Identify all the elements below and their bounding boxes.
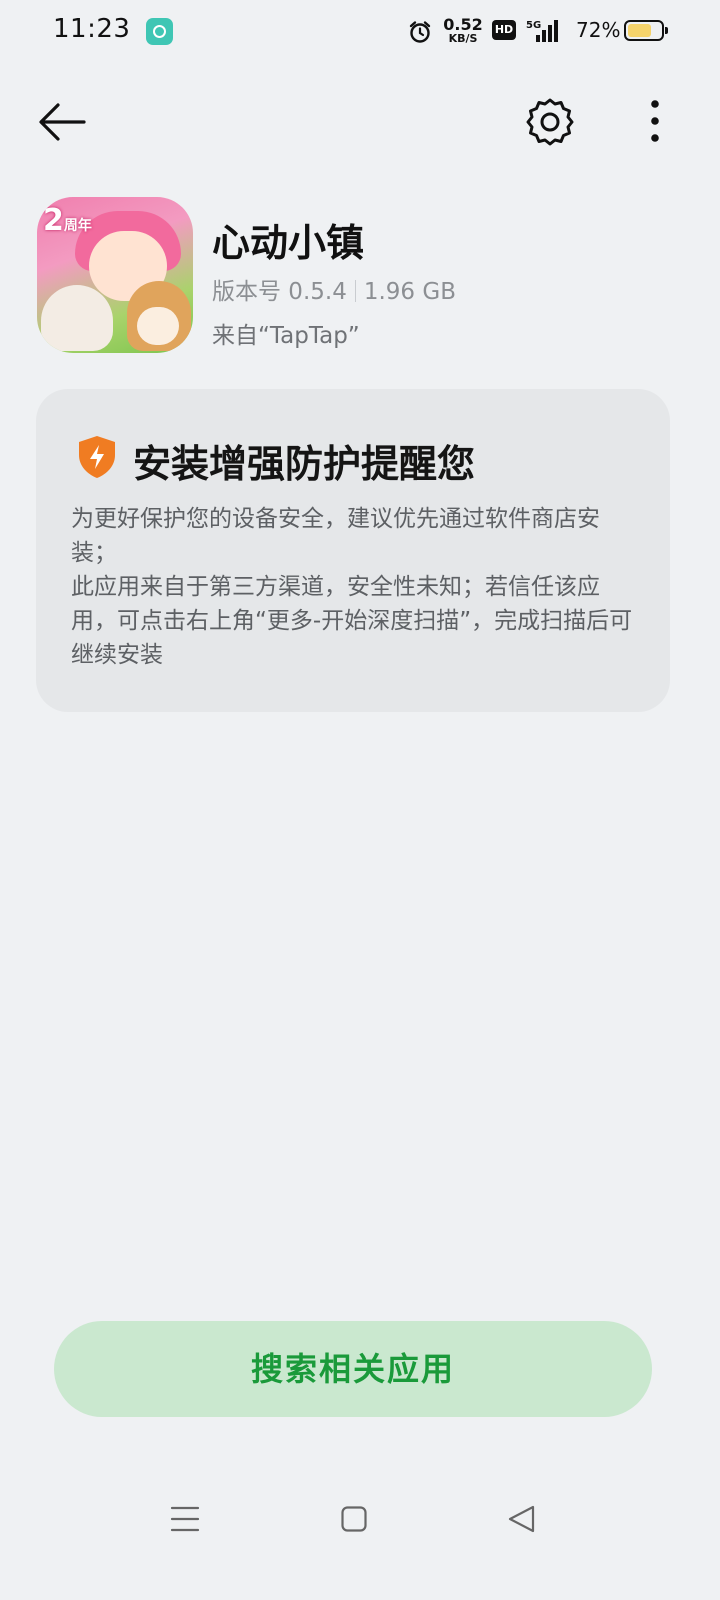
back-button[interactable] [36,98,88,146]
network-speed: 0.52 KB/S [443,15,483,45]
settings-button[interactable] [524,96,576,148]
hd-icon: HD [492,20,516,40]
home-icon[interactable] [341,1506,367,1532]
navigation-bar [0,1480,720,1560]
battery-fill [628,24,651,37]
gear-icon [526,98,574,146]
warning-text-1: 为更好保护您的设备安全，建议优先通过软件商店安装； [71,506,600,566]
alarm-icon [409,21,431,43]
back-triangle-icon[interactable] [507,1504,537,1534]
network-speed-unit: KB/S [448,32,478,45]
search-related-apps-button[interactable]: 搜索相关应用 [54,1321,652,1417]
app-version: 版本号 0.5.4 [212,279,347,305]
app-notification-icon [146,18,173,45]
security-warning-card: 安装增强防护提醒您 为更好保护您的设备安全，建议优先通过软件商店安装； 此应用来… [36,389,670,712]
app-size: 1.96 GB [363,279,456,305]
app-icon: 2周年 [37,197,193,353]
more-options-button[interactable] [640,98,670,146]
more-vertical-icon [651,100,659,142]
shield-icon [79,436,115,478]
network-type-label: 5G [526,20,541,31]
signal-icon: 5G [526,20,558,42]
app-name: 心动小镇 [212,221,365,265]
status-bar: 11:23 0.52 KB/S HD 5G 72% [0,0,720,64]
divider [354,280,356,302]
battery-icon [624,20,668,41]
warning-text-2: 此应用来自于第三方渠道，安全性未知；若信任该应用，可点击右上角“更多-开始深度扫… [71,574,633,668]
app-meta: 版本号 0.5.4 1.96 GB [212,272,456,306]
arrow-left-icon [39,103,86,141]
menu-icon[interactable] [170,1504,200,1534]
warning-title: 安装增强防护提醒您 [133,442,476,486]
network-speed-value: 0.52 [443,15,483,34]
warning-body: 为更好保护您的设备安全，建议优先通过软件商店安装； 此应用来自于第三方渠道，安全… [71,502,641,672]
app-source: 来自“TapTap” [212,323,360,349]
anniversary-badge: 2周年 [43,203,92,238]
status-time: 11:23 [53,14,131,44]
battery-percent: 72% [576,18,621,42]
